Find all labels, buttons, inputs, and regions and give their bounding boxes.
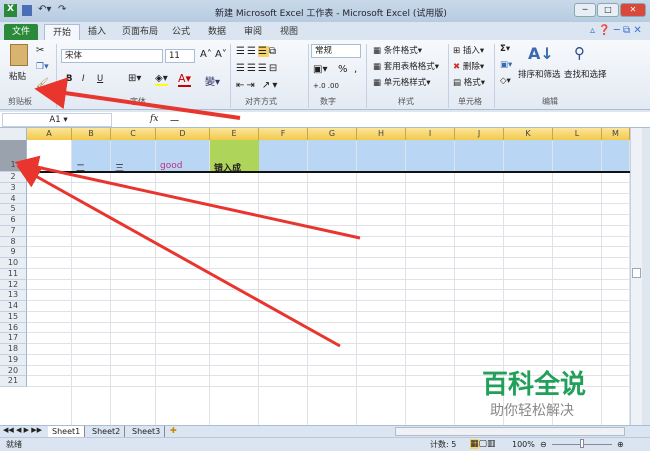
red-arrow-1 <box>34 77 241 120</box>
annotation-arrows <box>14 77 361 348</box>
